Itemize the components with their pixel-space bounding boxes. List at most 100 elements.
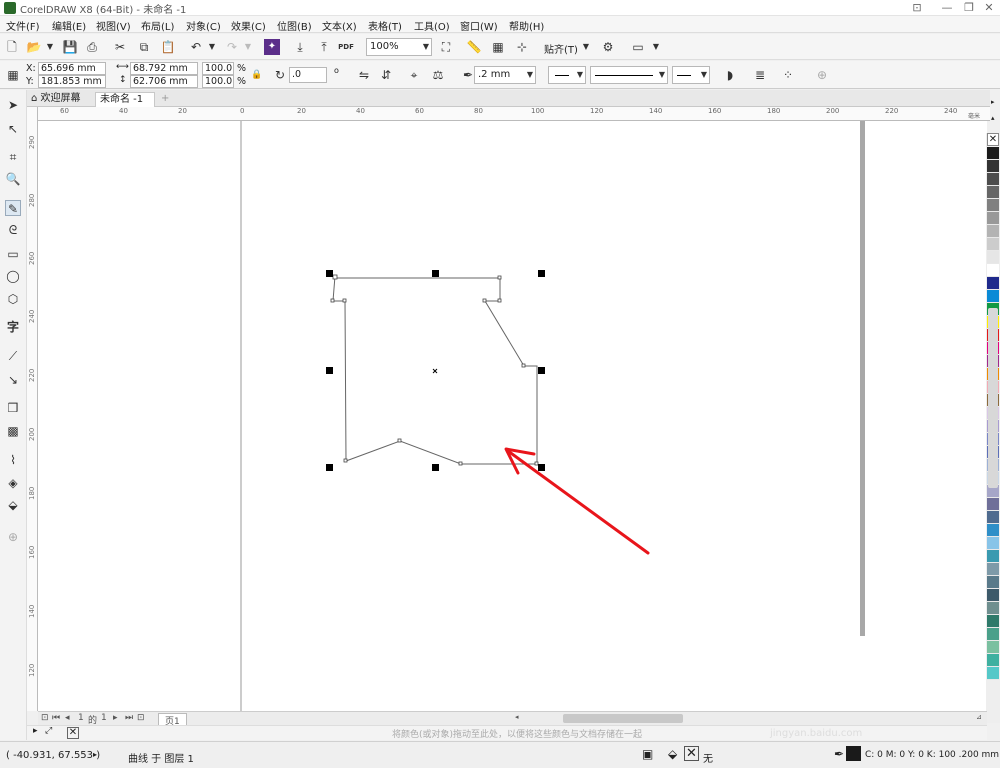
menu-text[interactable]: 文本(X) bbox=[322, 18, 357, 33]
color-swatch[interactable] bbox=[987, 615, 999, 628]
show-guidelines-icon[interactable]: ⊹ bbox=[514, 39, 530, 55]
open-recent-dropdown-icon[interactable]: ▼ bbox=[42, 39, 58, 55]
horizontal-scrollbar[interactable] bbox=[563, 714, 683, 723]
import-icon[interactable]: ⤓ bbox=[292, 39, 308, 55]
snap-dropdown-icon[interactable]: ▼ bbox=[578, 39, 594, 55]
next-page-icon[interactable]: ▸ bbox=[113, 713, 118, 723]
align-nodes-icon[interactable]: ⌖ bbox=[406, 67, 422, 83]
color-swatch[interactable] bbox=[987, 550, 999, 563]
color-swatch[interactable] bbox=[987, 290, 999, 303]
selection-handle[interactable] bbox=[326, 464, 333, 471]
color-swatch[interactable] bbox=[987, 589, 999, 602]
y-position-field[interactable]: 181.853 mm bbox=[38, 75, 106, 88]
transparency-tool-icon[interactable]: ▩ bbox=[5, 423, 21, 439]
polygon-tool-icon[interactable]: ⬡ bbox=[5, 291, 21, 307]
color-swatch[interactable] bbox=[987, 537, 999, 550]
menu-help[interactable]: 帮助(H) bbox=[509, 18, 544, 33]
tab-welcome[interactable]: ⌂ 欢迎屏幕 bbox=[27, 92, 93, 107]
drawing-canvas[interactable] bbox=[38, 121, 987, 711]
status-expand-icon[interactable]: ▸ bbox=[93, 750, 97, 759]
width-field[interactable]: 68.792 mm bbox=[130, 62, 198, 75]
start-arrowhead-combo[interactable]: ▼ bbox=[548, 66, 586, 84]
tab-document[interactable]: 未命名 -1 bbox=[95, 92, 155, 107]
reflect-nodes-icon[interactable]: ⚖ bbox=[430, 67, 446, 83]
undo-icon[interactable]: ↶ bbox=[188, 39, 204, 55]
minimize-button[interactable]: — bbox=[938, 1, 956, 15]
scale-width-field[interactable]: 100.0 bbox=[202, 62, 234, 75]
text-tool-icon[interactable]: 字 bbox=[5, 319, 21, 335]
x-position-field[interactable]: 65.696 mm bbox=[38, 62, 106, 75]
eyedropper-icon[interactable]: ⤢ bbox=[45, 726, 52, 736]
horizontal-ruler[interactable]: 60 40 20 0 20 40 60 80 100 120 140 160 1… bbox=[38, 107, 990, 121]
fill-bucket-icon[interactable]: ⬙ bbox=[668, 747, 677, 761]
search-content-icon[interactable]: ✦ bbox=[264, 39, 280, 55]
interactive-fill-icon[interactable]: ◈ bbox=[5, 475, 21, 491]
palette-scrollbar[interactable] bbox=[988, 308, 998, 488]
lock-ratio-icon[interactable]: 🔒 bbox=[249, 67, 265, 83]
menu-table[interactable]: 表格(T) bbox=[368, 18, 402, 33]
drop-shadow-icon[interactable]: ❒ bbox=[5, 400, 21, 416]
copy-icon[interactable]: ⧉ bbox=[136, 39, 152, 55]
extract-subpath-icon[interactable]: ⁘ bbox=[780, 67, 796, 83]
pick-tool-icon[interactable]: ➤ bbox=[5, 97, 21, 113]
end-arrowhead-combo[interactable]: ▼ bbox=[672, 66, 710, 84]
prev-start-icon[interactable]: ⏮ bbox=[52, 713, 60, 723]
undo-dropdown-icon[interactable]: ▼ bbox=[204, 39, 220, 55]
drawn-curve[interactable] bbox=[332, 275, 538, 465]
text-wrap-icon[interactable]: ≣ bbox=[752, 67, 768, 83]
color-proof-icon[interactable]: ▣ bbox=[642, 747, 653, 761]
scroll-left-icon[interactable]: ◂ bbox=[515, 713, 519, 721]
save-icon[interactable]: 💾 bbox=[62, 39, 78, 55]
selection-handle[interactable] bbox=[538, 367, 545, 374]
vertical-ruler[interactable]: 290 280 260 240 220 200 180 160 140 120 bbox=[27, 107, 38, 711]
selection-handle[interactable] bbox=[432, 464, 439, 471]
first-page-icon[interactable]: ⊡ bbox=[41, 713, 49, 723]
color-swatch[interactable] bbox=[987, 654, 999, 667]
curve-node[interactable] bbox=[332, 274, 338, 280]
menu-tools[interactable]: 工具(O) bbox=[414, 18, 450, 33]
color-swatch[interactable] bbox=[987, 277, 999, 290]
restore-button[interactable]: ❐ bbox=[960, 1, 978, 15]
close-button[interactable]: ✕ bbox=[980, 1, 998, 15]
color-swatch[interactable] bbox=[987, 173, 999, 186]
selection-handle[interactable] bbox=[432, 270, 439, 277]
ellipse-tool-icon[interactable]: ◯ bbox=[5, 268, 21, 284]
launcher-dropdown-icon[interactable]: ▼ bbox=[648, 39, 664, 55]
curve-node[interactable] bbox=[497, 275, 502, 280]
application-launcher-icon[interactable]: ▭ bbox=[630, 39, 646, 55]
show-rulers-icon[interactable]: 📏 bbox=[466, 39, 482, 55]
selection-handle[interactable] bbox=[326, 367, 333, 374]
menu-view[interactable]: 视图(V) bbox=[96, 18, 131, 33]
add-tool-icon[interactable]: ⊕ bbox=[5, 529, 21, 545]
cut-icon[interactable]: ✂ bbox=[112, 39, 128, 55]
color-swatch[interactable] bbox=[987, 147, 999, 160]
rotation-angle-field[interactable]: .0 bbox=[289, 67, 327, 83]
menu-effects[interactable]: 效果(C) bbox=[231, 18, 266, 33]
color-swatch[interactable] bbox=[987, 212, 999, 225]
color-swatch[interactable] bbox=[987, 667, 999, 680]
options-gear-icon[interactable]: ⚙ bbox=[600, 39, 616, 55]
color-swatch[interactable] bbox=[987, 186, 999, 199]
menu-object[interactable]: 对象(C) bbox=[186, 18, 221, 33]
color-swatch[interactable] bbox=[987, 628, 999, 641]
connector-tool-icon[interactable]: ↘ bbox=[5, 372, 21, 388]
smart-fill-icon[interactable]: ⬙ bbox=[5, 497, 21, 513]
color-swatch[interactable] bbox=[987, 563, 999, 576]
resize-grip-icon[interactable]: ⊿ bbox=[976, 713, 982, 721]
no-color-swatch[interactable]: ✕ bbox=[67, 727, 79, 739]
curve-node[interactable] bbox=[330, 298, 335, 303]
freehand-tool-icon[interactable]: ✎ bbox=[5, 200, 21, 216]
mirror-vertical-icon[interactable]: ⇵ bbox=[378, 67, 394, 83]
palette-arrow-icon[interactable]: ▸ bbox=[33, 726, 38, 736]
color-swatch[interactable] bbox=[987, 225, 999, 238]
height-field[interactable]: 62.706 mm bbox=[130, 75, 198, 88]
print-icon[interactable]: ⎙ bbox=[84, 39, 100, 55]
last-page-icon[interactable]: ⏭ bbox=[125, 713, 133, 723]
curve-node[interactable] bbox=[521, 363, 526, 368]
crop-tool-icon[interactable]: ⌗ bbox=[5, 149, 21, 165]
selection-handle[interactable] bbox=[326, 270, 333, 277]
curve-node[interactable] bbox=[458, 461, 463, 466]
curve-node[interactable] bbox=[343, 458, 348, 463]
curve-node[interactable] bbox=[482, 298, 487, 303]
redo-dropdown-icon[interactable]: ▼ bbox=[240, 39, 256, 55]
